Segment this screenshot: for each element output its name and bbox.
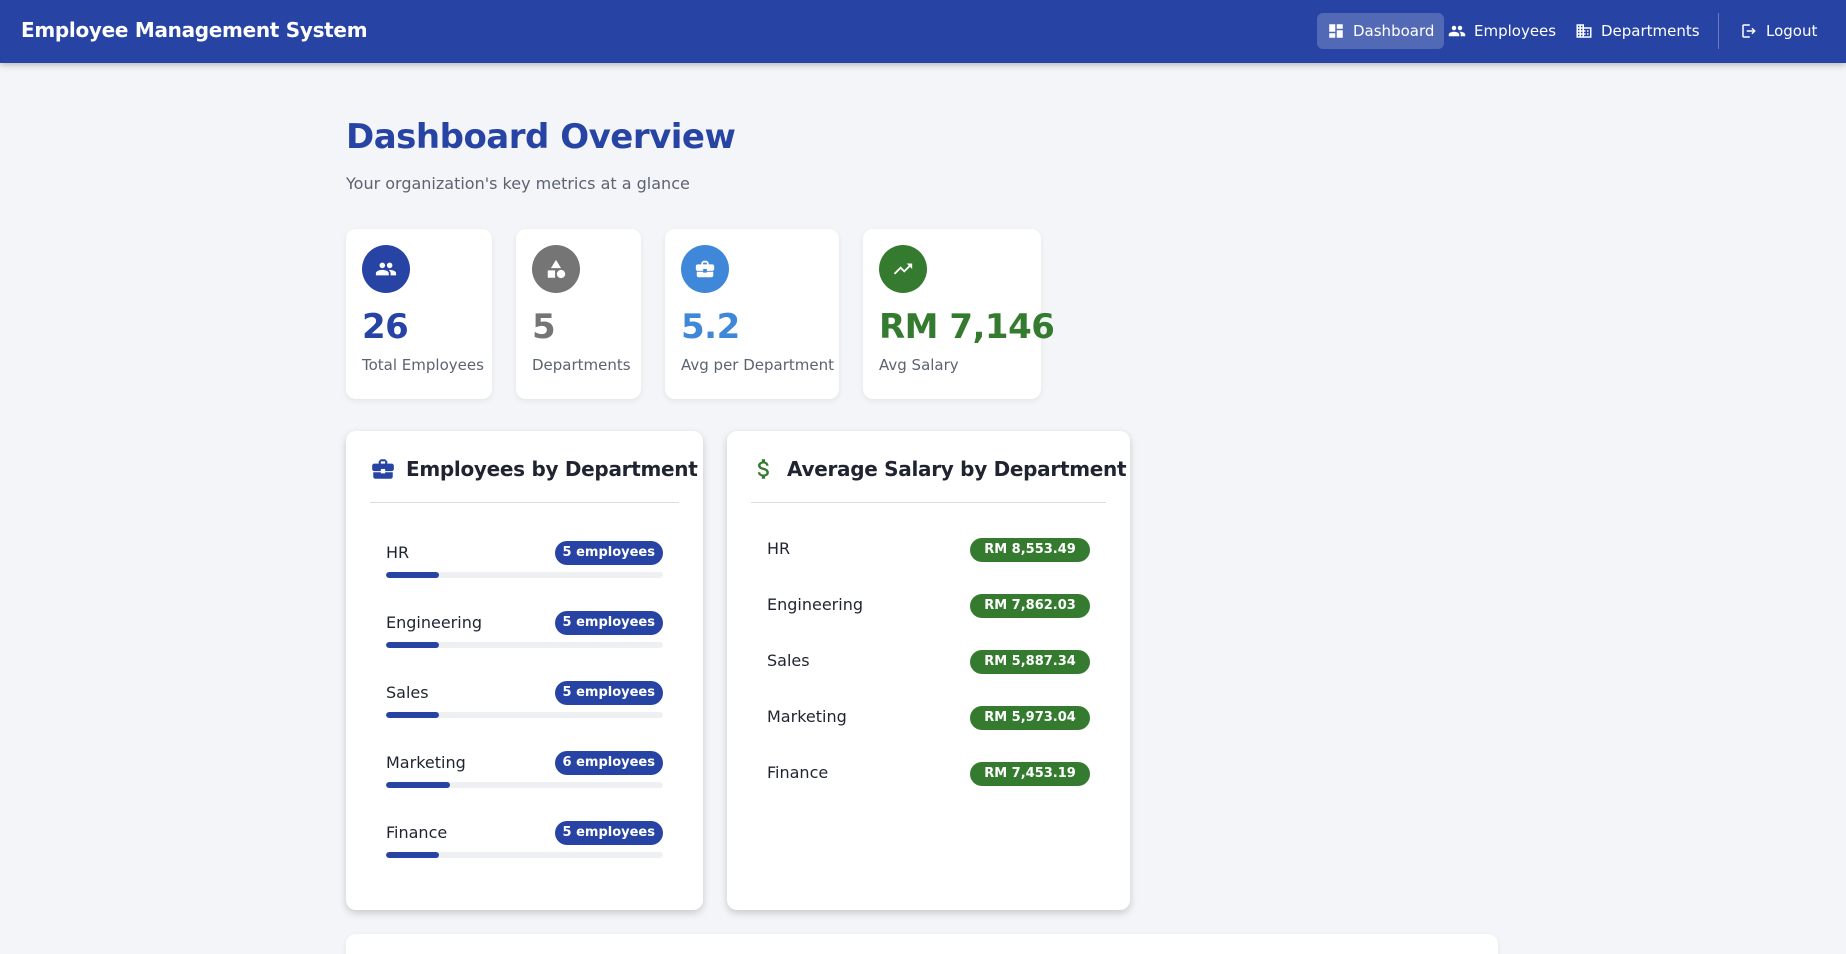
divider xyxy=(751,502,1106,503)
stat-value: 26 xyxy=(362,307,409,347)
nav-employees-label: Employees xyxy=(1474,22,1557,40)
stat-value: RM 7,146 xyxy=(879,307,1055,347)
department-name: Sales xyxy=(767,651,810,670)
nav-employees[interactable]: Employees xyxy=(1438,13,1566,49)
top-navbar: Employee Management System Dashboard Emp… xyxy=(0,0,1846,63)
list-item: HR 5 employees xyxy=(386,539,663,585)
page-subtitle: Your organization's key metrics at a gla… xyxy=(346,174,690,193)
department-name: Marketing xyxy=(386,753,466,772)
panel-title: Average Salary by Department xyxy=(787,457,1127,481)
department-name: Finance xyxy=(386,823,448,842)
average-salary-panel: Average Salary by Department HR RM 8,553… xyxy=(727,431,1130,910)
stat-label: Departments xyxy=(532,356,631,374)
briefcase-icon xyxy=(681,245,729,293)
panel-header: Employees by Department xyxy=(370,456,698,482)
list-item: HR RM 8,553.49 xyxy=(767,535,1090,565)
department-name: Finance xyxy=(767,763,829,782)
progress-fill xyxy=(386,712,440,718)
department-name: Sales xyxy=(386,683,429,702)
building-icon xyxy=(1575,22,1593,40)
salary-badge: RM 5,887.34 xyxy=(970,650,1090,674)
app-title[interactable]: Employee Management System xyxy=(21,18,368,42)
employee-count-badge: 6 employees xyxy=(554,751,663,775)
list-item: Engineering 5 employees xyxy=(386,609,663,655)
list-item: Engineering RM 7,862.03 xyxy=(767,591,1090,621)
list-item: Marketing RM 5,973.04 xyxy=(767,703,1090,733)
stat-label: Total Employees xyxy=(362,356,484,374)
nav-divider xyxy=(1718,13,1719,49)
department-name: HR xyxy=(767,539,791,558)
stat-card-total-employees: 26 Total Employees xyxy=(346,229,492,399)
progress-fill xyxy=(386,572,440,578)
stat-value: 5 xyxy=(532,307,556,347)
stat-label: Avg per Department xyxy=(681,356,835,374)
progress-track xyxy=(386,852,663,858)
progress-track xyxy=(386,712,663,718)
progress-fill xyxy=(386,782,450,788)
list-item: Sales 5 employees xyxy=(386,679,663,725)
nav-dashboard[interactable]: Dashboard xyxy=(1317,13,1445,49)
divider xyxy=(370,502,679,503)
shapes-icon xyxy=(532,245,580,293)
progress-track xyxy=(386,572,663,578)
salary-badge: RM 8,553.49 xyxy=(970,538,1090,562)
list-item: Marketing 6 employees xyxy=(386,749,663,795)
nav-dashboard-label: Dashboard xyxy=(1353,22,1435,40)
bottom-panel xyxy=(346,934,1498,954)
employees-by-department-panel: Employees by Department HR 5 employees E… xyxy=(346,431,703,910)
department-name: Engineering xyxy=(767,595,863,614)
people-icon xyxy=(362,245,410,293)
department-name: Marketing xyxy=(767,707,847,726)
list-item: Sales RM 5,887.34 xyxy=(767,647,1090,677)
employee-count-badge: 5 employees xyxy=(554,821,663,845)
salary-badge: RM 7,453.19 xyxy=(970,762,1090,786)
nav-departments-label: Departments xyxy=(1601,22,1700,40)
progress-track xyxy=(386,782,663,788)
logout-button[interactable]: Logout xyxy=(1730,13,1827,49)
trending-up-icon xyxy=(879,245,927,293)
people-icon xyxy=(1448,22,1466,40)
list-item: Finance RM 7,453.19 xyxy=(767,759,1090,789)
logout-label: Logout xyxy=(1766,22,1818,40)
stat-value: 5.2 xyxy=(681,307,740,347)
list-item: Finance 5 employees xyxy=(386,819,663,865)
stat-card-departments: 5 Departments xyxy=(516,229,641,399)
employee-count-badge: 5 employees xyxy=(554,611,663,635)
progress-fill xyxy=(386,852,440,858)
nav-departments[interactable]: Departments xyxy=(1565,13,1710,49)
department-name: Engineering xyxy=(386,613,482,632)
progress-track xyxy=(386,642,663,648)
stat-card-avg-salary: RM 7,146 Avg Salary xyxy=(863,229,1055,399)
panel-header: Average Salary by Department xyxy=(751,456,1127,482)
stat-label: Avg Salary xyxy=(879,356,959,374)
briefcase-icon xyxy=(370,456,396,482)
salary-badge: RM 5,973.04 xyxy=(970,706,1090,730)
progress-fill xyxy=(386,642,440,648)
panel-title: Employees by Department xyxy=(406,457,698,481)
employee-count-badge: 5 employees xyxy=(554,541,663,565)
dashboard-icon xyxy=(1327,22,1345,40)
logout-icon xyxy=(1740,22,1758,40)
stat-card-avg-per-department: 5.2 Avg per Department xyxy=(665,229,839,399)
department-name: HR xyxy=(386,543,410,562)
page-title: Dashboard Overview xyxy=(346,117,736,157)
dollar-icon xyxy=(751,456,777,482)
employee-count-badge: 5 employees xyxy=(554,681,663,705)
salary-badge: RM 7,862.03 xyxy=(970,594,1090,618)
